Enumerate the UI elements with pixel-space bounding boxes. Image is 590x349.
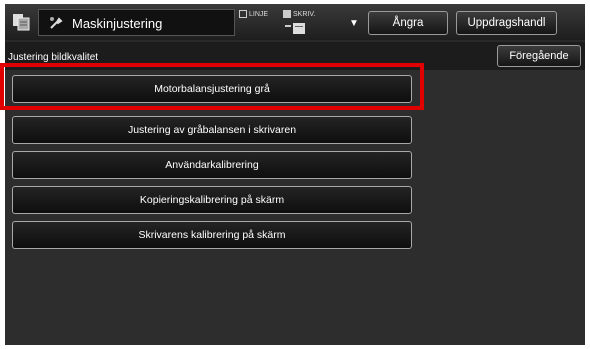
mode-indicator: LINJE SKRIV. bbox=[235, 8, 343, 38]
checkbox-checked-icon bbox=[283, 10, 291, 18]
title-box: Maskinjustering bbox=[38, 9, 235, 36]
undo-button[interactable]: Ångra bbox=[368, 11, 448, 35]
wrench-icon bbox=[50, 17, 63, 29]
jobs-button[interactable]: Uppdragshandl bbox=[456, 11, 557, 35]
home-icon[interactable] bbox=[11, 12, 31, 32]
menu-item-engine-gray-balance[interactable]: Motorbalansjustering grå bbox=[12, 75, 412, 103]
chevron-down-icon[interactable]: ▼ bbox=[343, 11, 365, 35]
menu-item-printer-calibration[interactable]: Skrivarens kalibrering på skärm bbox=[12, 221, 412, 249]
menu-item-printer-gray-balance[interactable]: Justering av gråbalansen i skrivaren bbox=[12, 116, 412, 144]
back-button[interactable]: Föregående bbox=[497, 45, 581, 67]
menu-list: Motorbalansjustering grå Justering av gr… bbox=[5, 70, 585, 345]
top-bar: Maskinjustering LINJE SKRIV. ▼ Ångra Upp… bbox=[5, 4, 585, 40]
line-mode-indicator: LINJE bbox=[239, 10, 268, 18]
page-title: Maskinjustering bbox=[72, 16, 163, 31]
print-mode-label: SKRIV. bbox=[293, 10, 316, 18]
sub-bar: Justering bildkvalitet Föregående bbox=[5, 42, 585, 70]
menu-item-copy-calibration[interactable]: Kopieringskalibrering på skärm bbox=[12, 186, 412, 214]
menu-item-user-calibration[interactable]: Användarkalibrering bbox=[12, 151, 412, 179]
checkbox-icon bbox=[239, 10, 247, 18]
breadcrumb: Justering bildkvalitet bbox=[8, 52, 99, 63]
line-mode-label: LINJE bbox=[249, 10, 269, 18]
printer-icon bbox=[285, 23, 305, 34]
print-mode-indicator: SKRIV. bbox=[283, 10, 315, 18]
screen: Maskinjustering LINJE SKRIV. ▼ Ångra Upp… bbox=[5, 4, 585, 345]
